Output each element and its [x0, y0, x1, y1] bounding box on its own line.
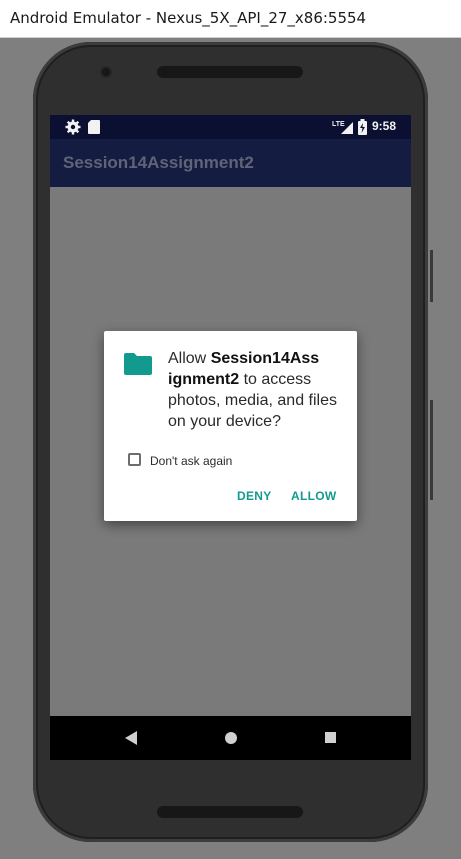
network-type-label: LTE	[332, 121, 345, 128]
home-icon[interactable]	[225, 732, 237, 744]
front-camera	[102, 68, 110, 76]
sd-card-icon	[88, 120, 100, 134]
permission-message: Allow Session14Ass ignment2 to access ph…	[168, 348, 338, 432]
power-button[interactable]	[430, 250, 433, 302]
app-title: Session14Assignment2	[63, 153, 254, 172]
allow-button[interactable]: ALLOW	[291, 489, 337, 503]
window-title: Android Emulator - Nexus_5X_API_27_x86:5…	[10, 9, 367, 27]
dont-ask-again-checkbox[interactable]	[128, 453, 141, 466]
message-prefix: Allow	[168, 350, 211, 367]
dont-ask-again-label[interactable]: Don't ask again	[150, 454, 232, 468]
signal-lte-icon: LTE	[332, 121, 353, 134]
bottom-speaker	[157, 806, 303, 818]
battery-charging-icon	[358, 119, 367, 135]
top-speaker	[157, 66, 303, 78]
app-bar: Session14Assignment2	[50, 139, 411, 187]
emulator-title-bar: Android Emulator - Nexus_5X_API_27_x86:5…	[0, 0, 461, 38]
status-bar: LTE 9:58	[50, 115, 411, 139]
gear-icon	[65, 119, 81, 135]
volume-button[interactable]	[430, 400, 433, 500]
recent-apps-icon[interactable]	[325, 732, 336, 743]
folder-icon	[124, 353, 152, 375]
permission-dialog: Allow Session14Ass ignment2 to access ph…	[104, 331, 357, 521]
back-icon[interactable]	[125, 731, 137, 745]
deny-button[interactable]: DENY	[237, 489, 272, 503]
status-time: 9:58	[372, 119, 397, 133]
navigation-bar	[50, 716, 411, 760]
